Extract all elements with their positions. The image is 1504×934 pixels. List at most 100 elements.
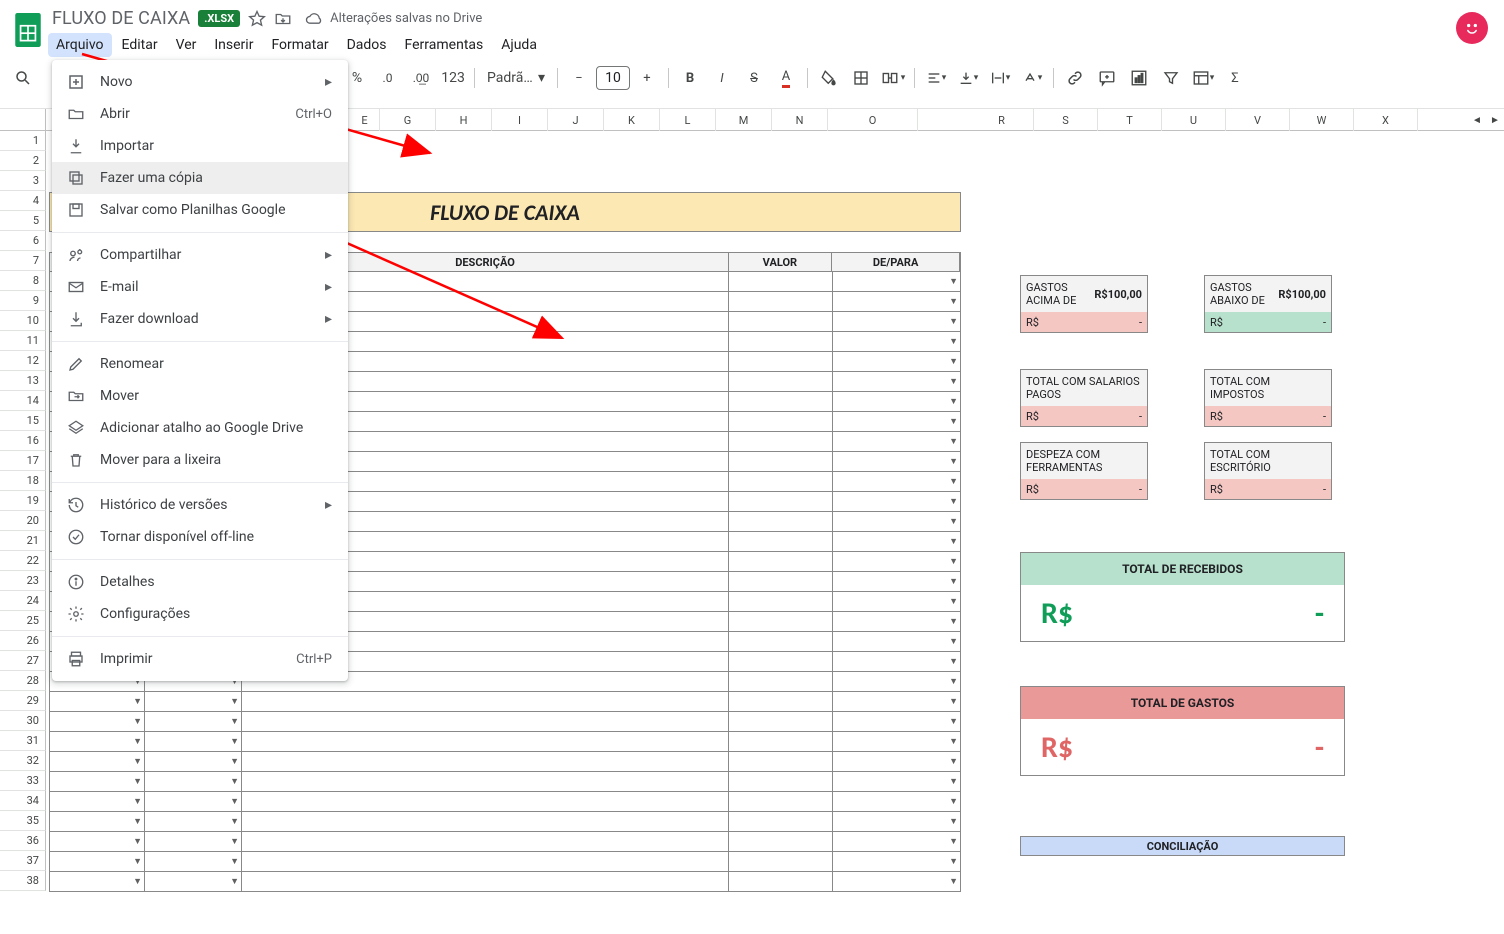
dropdown-arrow-icon[interactable]: ▼ <box>949 876 958 887</box>
table-row[interactable]: ▼▼▼ <box>49 872 961 892</box>
italic-icon[interactable]: I <box>707 63 737 93</box>
dropdown-arrow-icon[interactable]: ▼ <box>949 736 958 747</box>
dropdown-arrow-icon[interactable]: ▼ <box>133 836 142 847</box>
decrease-decimal-icon[interactable]: .0 <box>374 63 404 93</box>
row-header[interactable]: 3 <box>0 171 46 191</box>
dropdown-arrow-icon[interactable]: ▼ <box>133 776 142 787</box>
file-menu-item-share[interactable]: Compartilhar▸ <box>52 239 348 271</box>
vertical-align-icon[interactable]: ▾ <box>953 63 983 93</box>
table-row[interactable]: ▼▼▼ <box>49 772 961 792</box>
file-menu-item-plus[interactable]: Novo▸ <box>52 66 348 98</box>
row-header[interactable]: 7 <box>0 251 46 271</box>
dropdown-arrow-icon[interactable]: ▼ <box>949 656 958 667</box>
dropdown-arrow-icon[interactable]: ▼ <box>949 576 958 587</box>
menu-ver[interactable]: Ver <box>168 33 205 57</box>
file-menu-item-trash[interactable]: Mover para a lixeira <box>52 444 348 476</box>
dropdown-arrow-icon[interactable]: ▼ <box>230 796 239 807</box>
dropdown-arrow-icon[interactable]: ▼ <box>949 376 958 387</box>
file-menu-item-settings[interactable]: Configurações <box>52 598 348 630</box>
insert-link-icon[interactable] <box>1060 63 1090 93</box>
column-header-X[interactable]: X <box>1354 109 1418 131</box>
horizontal-align-icon[interactable]: ▾ <box>921 63 951 93</box>
cloud-save-status[interactable]: Alterações salvas no Drive <box>304 11 482 27</box>
dropdown-arrow-icon[interactable]: ▼ <box>949 336 958 347</box>
insert-chart-icon[interactable] <box>1124 63 1154 93</box>
table-row[interactable]: ▼▼▼ <box>49 732 961 752</box>
move-folder-icon[interactable] <box>274 10 292 28</box>
row-header[interactable]: 9 <box>0 291 46 311</box>
increase-decimal-icon[interactable]: .0̲0 <box>406 63 436 93</box>
table-row[interactable]: ▼▼▼ <box>49 852 961 872</box>
file-menu-item-open[interactable]: AbrirCtrl+O <box>52 98 348 130</box>
file-menu-item-copy[interactable]: Fazer uma cópia <box>52 162 348 194</box>
table-row[interactable]: ▼ ▼ ▼ <box>49 692 961 712</box>
column-header-M[interactable]: M <box>716 109 772 131</box>
menu-ajuda[interactable]: Ajuda <box>493 33 545 57</box>
font-size-input[interactable]: 10 <box>596 66 630 90</box>
row-header[interactable]: 21 <box>0 531 46 551</box>
row-header[interactable]: 36 <box>0 831 46 851</box>
column-header-N[interactable]: N <box>772 109 828 131</box>
row-header[interactable]: 29 <box>0 691 46 711</box>
row-header[interactable]: 34 <box>0 791 46 811</box>
borders-icon[interactable] <box>846 63 876 93</box>
dropdown-arrow-icon[interactable]: ▼ <box>230 876 239 887</box>
row-header[interactable]: 22 <box>0 551 46 571</box>
row-header[interactable]: 14 <box>0 391 46 411</box>
number-format-icon[interactable]: 123 <box>438 63 468 93</box>
file-menu-item-print[interactable]: ImprimirCtrl+P <box>52 643 348 675</box>
dropdown-arrow-icon[interactable]: ▼ <box>949 796 958 807</box>
dropdown-arrow-icon[interactable]: ▼ <box>949 696 958 707</box>
dropdown-arrow-icon[interactable]: ▼ <box>133 816 142 827</box>
row-header[interactable]: 20 <box>0 511 46 531</box>
menu-inserir[interactable]: Inserir <box>206 33 261 57</box>
dropdown-arrow-icon[interactable]: ▼ <box>949 516 958 527</box>
row-header[interactable]: 5 <box>0 211 46 231</box>
dropdown-arrow-icon[interactable]: ▼ <box>949 296 958 307</box>
select-all-corner[interactable] <box>0 109 46 130</box>
decrease-font-icon[interactable]: − <box>564 63 594 93</box>
dropdown-arrow-icon[interactable]: ▼ <box>230 776 239 787</box>
column-header-U[interactable]: U <box>1162 109 1226 131</box>
dropdown-arrow-icon[interactable]: ▼ <box>133 696 142 707</box>
file-menu-item-mail[interactable]: E-mail▸ <box>52 271 348 303</box>
dropdown-arrow-icon[interactable]: ▼ <box>949 556 958 567</box>
column-header-V[interactable]: V <box>1226 109 1290 131</box>
dropdown-arrow-icon[interactable]: ▼ <box>230 756 239 767</box>
dropdown-arrow-icon[interactable]: ▼ <box>949 396 958 407</box>
dropdown-arrow-icon[interactable]: ▼ <box>230 836 239 847</box>
table-row[interactable]: ▼▼▼ <box>49 832 961 852</box>
row-header[interactable]: 19 <box>0 491 46 511</box>
dropdown-arrow-icon[interactable]: ▼ <box>949 536 958 547</box>
table-row[interactable]: ▼ ▼ ▼ <box>49 792 961 812</box>
column-header-J[interactable]: J <box>548 109 604 131</box>
row-header[interactable]: 33 <box>0 771 46 791</box>
document-title[interactable]: FLUXO DE CAIXA <box>52 8 190 29</box>
dropdown-arrow-icon[interactable]: ▼ <box>133 756 142 767</box>
dropdown-arrow-icon[interactable]: ▼ <box>949 676 958 687</box>
dropdown-arrow-icon[interactable]: ▼ <box>949 816 958 827</box>
functions-icon[interactable]: Σ <box>1220 63 1250 93</box>
table-row[interactable]: ▼▼▼ <box>49 752 961 772</box>
row-header[interactable]: 16 <box>0 431 46 451</box>
row-header[interactable]: 32 <box>0 751 46 771</box>
dropdown-arrow-icon[interactable]: ▼ <box>133 796 142 807</box>
dropdown-arrow-icon[interactable]: ▼ <box>230 696 239 707</box>
row-header[interactable]: 35 <box>0 811 46 831</box>
menu-formatar[interactable]: Formatar <box>263 33 336 57</box>
row-header[interactable]: 31 <box>0 731 46 751</box>
dropdown-arrow-icon[interactable]: ▼ <box>133 736 142 747</box>
file-menu-item-offline[interactable]: Tornar disponível off-line <box>52 521 348 553</box>
file-menu-item-info[interactable]: Detalhes <box>52 566 348 598</box>
row-header[interactable]: 1 <box>0 131 46 151</box>
fill-color-icon[interactable] <box>814 63 844 93</box>
font-selector[interactable]: Padrã…▾ <box>481 66 551 90</box>
dropdown-arrow-icon[interactable]: ▼ <box>230 816 239 827</box>
file-menu-item-move[interactable]: Mover <box>52 380 348 412</box>
merge-cells-icon[interactable]: ▾ <box>878 63 908 93</box>
row-header[interactable]: 11 <box>0 331 46 351</box>
row-header[interactable]: 25 <box>0 611 46 631</box>
dropdown-arrow-icon[interactable]: ▼ <box>949 636 958 647</box>
row-header[interactable]: 30 <box>0 711 46 731</box>
dropdown-arrow-icon[interactable]: ▼ <box>949 456 958 467</box>
